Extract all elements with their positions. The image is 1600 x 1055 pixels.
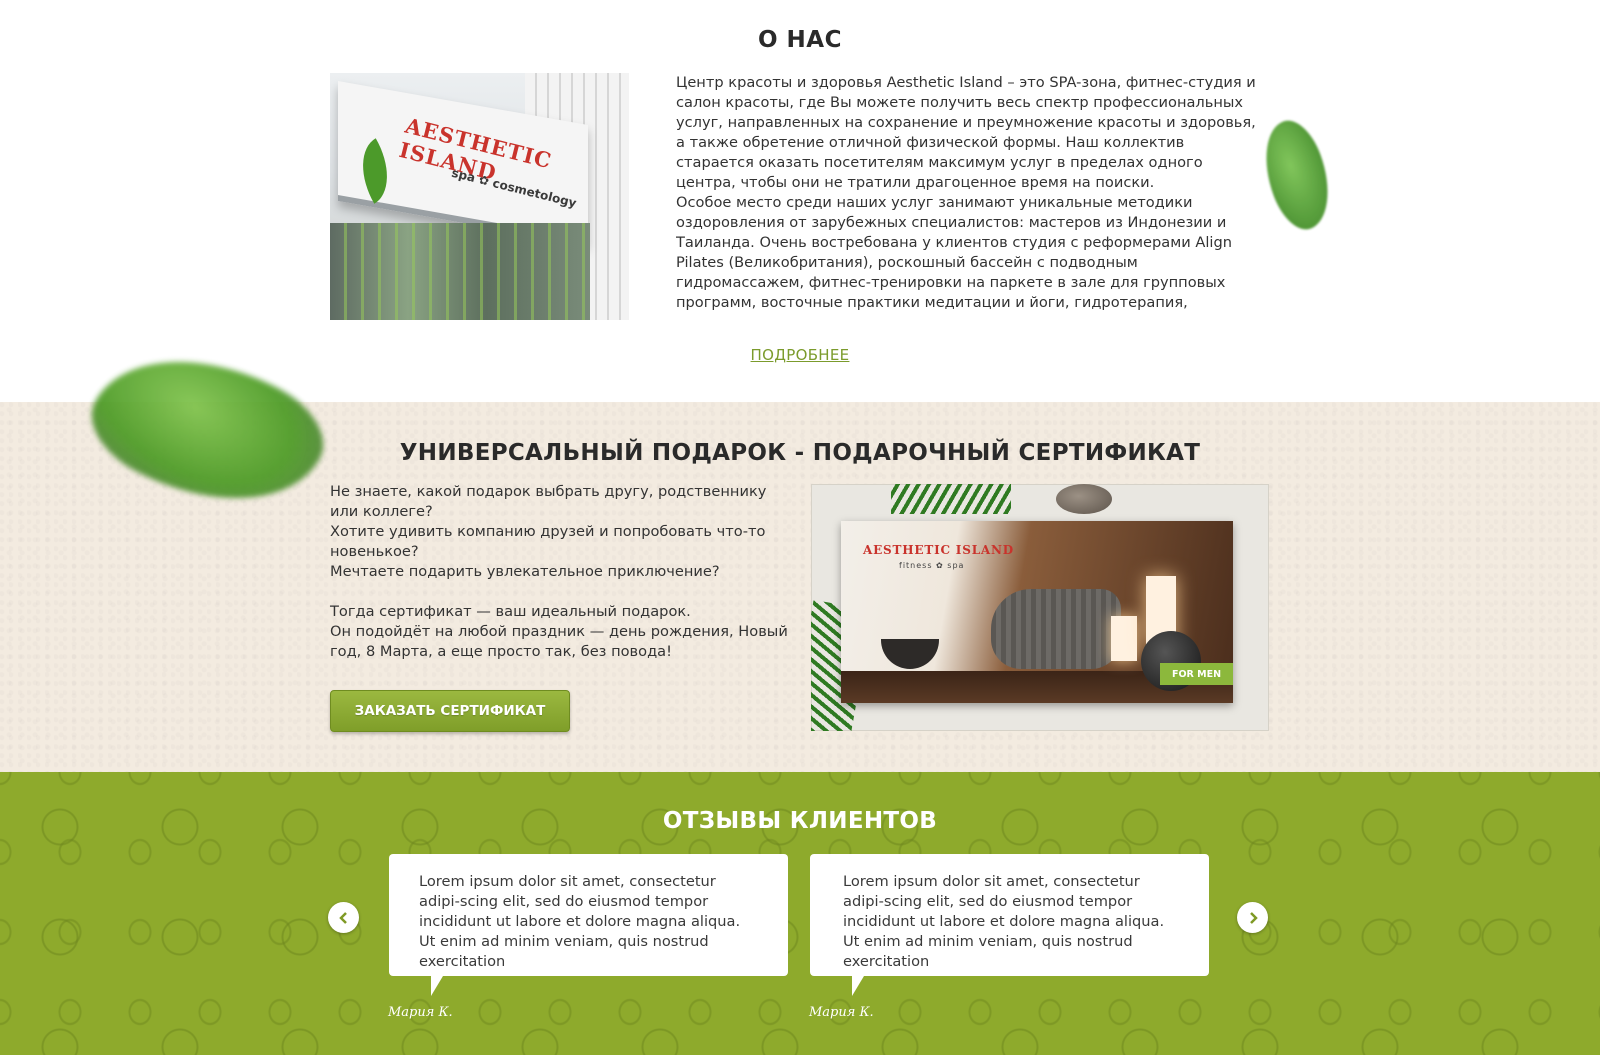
review-text: Lorem ipsum dolor sit amet, consectetur … [419,873,741,970]
gift-line-2: Хотите удивить компанию друзей и попробо… [330,523,766,560]
gift-line-4: Тогда сертификат — ваш идеальный подарок… [330,603,691,620]
gift-line-5: Он подойдёт на любой праздник — день рож… [330,623,788,660]
about-paragraph-2: Особое место среди наших услуг занимают … [676,194,1232,311]
fern-icon [891,484,1011,514]
about-text: Центр красоты и здоровья Aesthetic Islan… [676,73,1266,313]
for-men-tag: FOR MEN [1160,663,1233,685]
reviews-title: ОТЗЫВЫ КЛИЕНТОВ [662,808,938,834]
gift-line-3: Мечтаете подарить увлекательное приключе… [330,563,720,580]
review-author: Мария К. [809,1005,874,1020]
review-text: Lorem ipsum dolor sit amet, consectetur … [843,873,1165,970]
about-more-link[interactable]: ПОДРОБНЕЕ [751,346,850,364]
review-bubble: Lorem ipsum dolor sit amet, consectetur … [810,854,1209,996]
about-section: О НАС AESTHETIC ISLAND spa ✿ cosmetology… [0,0,1600,402]
about-paragraph-1: Центр красоты и здоровья Aesthetic Islan… [676,74,1256,191]
gift-line-1: Не знаете, какой подарок выбрать другу, … [330,483,767,520]
order-certificate-button[interactable]: ЗАКАЗАТЬ СЕРТИФИКАТ [330,690,570,732]
stone-icon [1056,484,1112,514]
rolled-towel-icon [991,589,1121,669]
chevron-right-icon[interactable] [1237,902,1268,933]
certificate-brand: AESTHETIC ISLAND [863,543,1015,557]
candle-icon [1111,616,1137,661]
about-more-wrap: ПОДРОБНЕЕ [0,345,1600,364]
reviews-section: ОТЗЫВЫ КЛИЕНТОВ Lorem ipsum dolor sit am… [0,772,1600,1055]
gift-text: Не знаете, какой подарок выбрать другу, … [330,482,790,662]
bowl-icon [881,639,939,669]
certificate-image: AESTHETIC ISLAND fitness ✿ spa FOR MEN [811,484,1269,731]
storefront-glass [330,223,590,320]
certificate-card: AESTHETIC ISLAND fitness ✿ spa FOR MEN [841,521,1233,703]
review-author: Мария К. [388,1005,453,1020]
chevron-left-icon[interactable] [328,902,359,933]
review-bubble: Lorem ipsum dolor sit amet, consectetur … [389,854,788,996]
about-title: О НАС [758,27,842,53]
about-building-photo: AESTHETIC ISLAND spa ✿ cosmetology [330,73,629,320]
certificate-brand-sub: fitness ✿ spa [899,561,965,570]
